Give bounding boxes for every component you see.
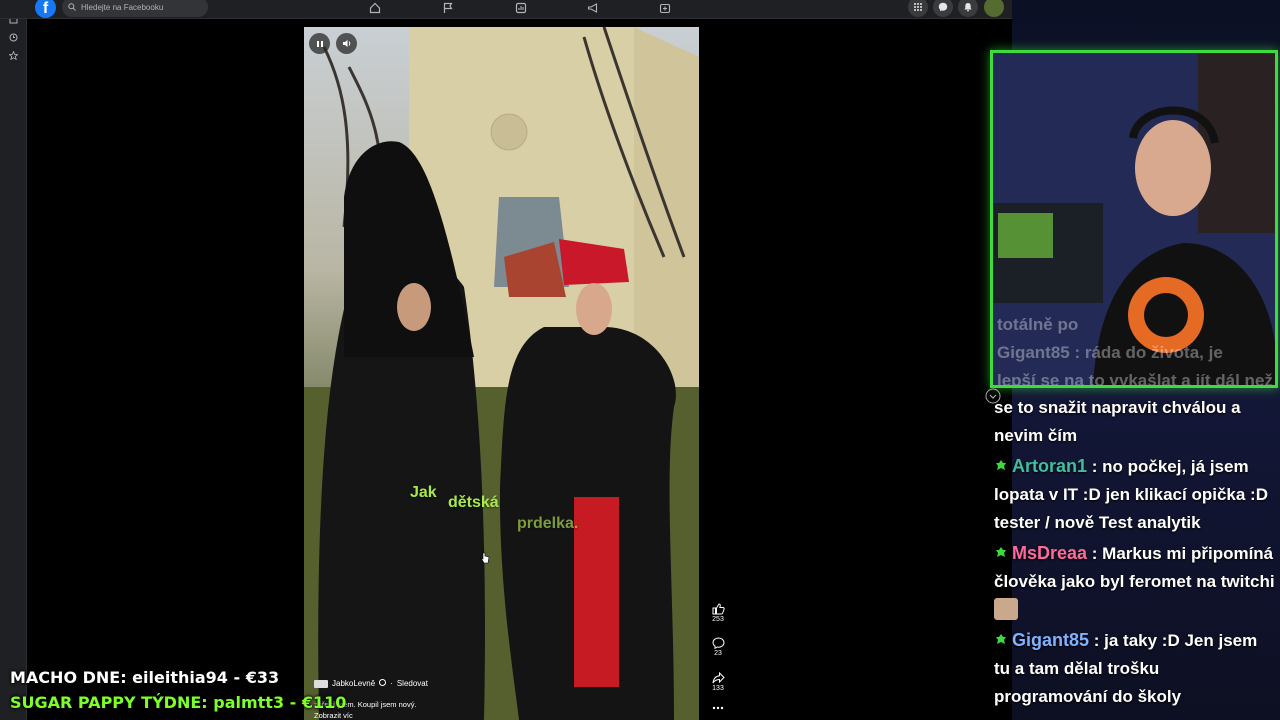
search-input[interactable] <box>81 2 201 12</box>
search-box[interactable] <box>62 0 208 17</box>
share-icon <box>712 672 725 684</box>
like-action[interactable]: 253 <box>706 603 730 623</box>
create-icon[interactable] <box>658 1 672 15</box>
facebook-logo[interactable]: f <box>35 0 56 18</box>
likes-count: 253 <box>712 616 724 623</box>
volume-button[interactable] <box>336 33 357 54</box>
sugar-label: SUGAR PAPPY TÝDNE: palmtt3 - €110 <box>10 693 347 712</box>
reel-video[interactable]: Jak dětská prdelka. JabkoLevně · Sledova… <box>304 27 699 720</box>
follow-button[interactable]: Sledovat <box>397 679 428 688</box>
author-name[interactable]: JabkoLevně <box>332 679 375 688</box>
comments-count: 23 <box>714 650 722 657</box>
chat-badge-icon <box>996 460 1006 470</box>
author-avatar[interactable] <box>314 679 328 688</box>
facebook-left-rail <box>0 0 27 720</box>
ghost-line-1: totálně po <box>997 315 1079 334</box>
star-icon[interactable] <box>8 50 19 61</box>
chat-badge-icon <box>996 547 1006 557</box>
clock-icon[interactable] <box>8 32 19 43</box>
profile-avatar[interactable] <box>984 0 1004 17</box>
mouse-cursor-icon <box>480 551 490 569</box>
ghost-line-3: lepší se na to vykašlat a jít dál než <box>997 371 1273 388</box>
chat-username[interactable]: MsDreaa <box>1012 543 1087 563</box>
verified-icon <box>379 679 387 688</box>
macho-label: MACHO DNE: eileithia94 - €33 <box>10 668 280 687</box>
chat-message: Artoran1 : no počkej, já jsem lopata v I… <box>994 452 1276 537</box>
more-options-button[interactable] <box>706 706 730 710</box>
chat-username[interactable]: Artoran1 <box>1012 456 1087 476</box>
reel-scene-image <box>304 27 699 720</box>
comment-action[interactable]: 23 <box>706 637 730 657</box>
home-icon[interactable] <box>368 1 382 15</box>
streamer-webcam: totálně po Gigant85 : ráda do života, je… <box>990 50 1278 388</box>
chat-emote <box>994 598 1018 620</box>
chat-badge-icon <box>996 634 1006 644</box>
more-icon <box>712 706 724 710</box>
ghost-line-2: Gigant85 : ráda do života, je <box>997 343 1223 362</box>
like-icon <box>712 603 725 615</box>
stream-chat: se to snažit napravit chválou a nevim čí… <box>994 394 1276 713</box>
chat-message: se to snažit napravit chválou a nevim čí… <box>994 394 1276 450</box>
comment-icon <box>711 637 725 649</box>
webcam-chat-ghost: totálně po Gigant85 : ráda do života, je… <box>997 311 1273 388</box>
apps-grid-icon[interactable] <box>908 0 928 17</box>
flag-icon[interactable] <box>441 1 455 15</box>
search-icon <box>68 3 76 11</box>
chat-text: se to snažit napravit chválou a nevim čí… <box>994 398 1241 445</box>
facebook-top-bar: f <box>0 0 1012 19</box>
caption-word-1: Jak <box>410 484 437 501</box>
caption-word-3: prdelka. <box>517 515 579 532</box>
chat-message: MsDreaa : Markus mi připomíná člověka ja… <box>994 539 1276 624</box>
reel-author-row: JabkoLevně · Sledovat <box>314 679 428 688</box>
caption-word-2: dětská <box>448 494 499 511</box>
megaphone-icon[interactable] <box>586 1 600 15</box>
messenger-icon[interactable] <box>933 0 953 17</box>
shares-count: 133 <box>712 685 724 692</box>
notifications-bell-icon[interactable] <box>958 0 978 17</box>
chat-message: Gigant85 : ja taky :D Jen jsem tu a tam … <box>994 626 1276 711</box>
chat-username[interactable]: Gigant85 <box>1012 630 1089 650</box>
pause-button[interactable] <box>309 33 330 54</box>
share-action[interactable]: 133 <box>706 672 730 692</box>
stats-icon[interactable] <box>514 1 528 15</box>
